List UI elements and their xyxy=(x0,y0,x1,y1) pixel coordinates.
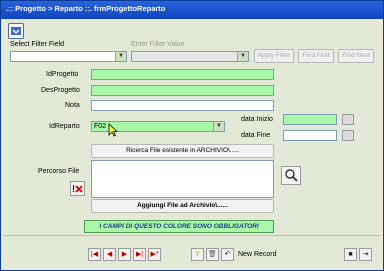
id-progetto-label: IdProgetto xyxy=(46,71,79,78)
new-record-label: New Record xyxy=(238,251,277,258)
next-record-icon[interactable]: ▶ xyxy=(118,248,131,261)
record-navigation-bar: |◀ ◀ ▶ ▶| ▶* Y 🗑 ↶ New Record ■ ⇥ xyxy=(4,245,380,267)
last-record-icon[interactable]: ▶| xyxy=(133,248,146,261)
apply-filter-button[interactable]: Apply Filter xyxy=(254,49,294,63)
find-next-button[interactable]: Find Next xyxy=(338,49,374,63)
filter-icon[interactable]: Y xyxy=(191,248,204,261)
id-reparto-value: F02 xyxy=(94,123,107,130)
svg-text:!: ! xyxy=(72,184,75,194)
des-progetto-label: DesProgetto xyxy=(41,87,80,94)
percorso-file-label: Percorso File xyxy=(38,168,80,175)
nota-field[interactable] xyxy=(91,100,274,111)
id-progetto-field[interactable] xyxy=(91,69,274,80)
find-first-button[interactable]: Find First xyxy=(298,49,334,63)
first-record-icon[interactable]: |◀ xyxy=(88,248,101,261)
main-window: .:: Progetto > Reparto ::. frmProgettoRe… xyxy=(0,0,384,271)
form-body: Select Filter Field ▼ Enter Filter Value… xyxy=(4,19,380,267)
enter-filter-label: Enter Filter Value xyxy=(131,41,185,48)
required-fields-notice: I CAMPI DI QUESTO COLORE SONO OBBLIGATOR… xyxy=(84,220,274,233)
percorso-file-field[interactable] xyxy=(91,160,274,198)
data-fine-label: data Fine xyxy=(241,132,271,139)
filter-value-field[interactable]: ▼ xyxy=(131,51,249,62)
save-icon[interactable]: ■ xyxy=(344,248,357,261)
des-progetto-field[interactable] xyxy=(91,85,274,96)
clear-path-icon[interactable]: ! xyxy=(70,181,85,196)
search-magnifier-icon[interactable] xyxy=(281,166,301,185)
id-reparto-label: IdReparto xyxy=(49,123,80,130)
new-record-icon[interactable]: ▶* xyxy=(148,248,161,261)
divider xyxy=(4,235,380,236)
title-bar: .:: Progetto > Reparto ::. frmProgettoRe… xyxy=(1,1,383,19)
chevron-down-icon[interactable]: ▼ xyxy=(115,52,126,61)
undo-icon[interactable]: ↶ xyxy=(221,248,234,261)
data-inizio-field[interactable] xyxy=(283,114,337,125)
chevron-down-icon[interactable]: ▼ xyxy=(237,52,248,61)
prev-record-icon[interactable]: ◀ xyxy=(103,248,116,261)
data-fine-field[interactable] xyxy=(283,130,337,141)
nota-label: Nota xyxy=(65,102,80,109)
data-inizio-label: data Inizio xyxy=(241,116,273,123)
ricerca-file-button[interactable]: Ricerca File esistente in ARCHIVIO\..... xyxy=(91,144,274,158)
aggiungi-file-button[interactable]: Aggiungi File ad Archivio\...... xyxy=(91,199,274,213)
exit-icon[interactable]: ⇥ xyxy=(359,248,372,261)
chevron-down-icon[interactable]: ▼ xyxy=(213,122,224,131)
calendar-icon[interactable] xyxy=(342,130,354,141)
delete-icon[interactable]: 🗑 xyxy=(206,248,219,261)
select-filter-field[interactable]: ▼ xyxy=(10,51,127,62)
calendar-icon[interactable] xyxy=(342,114,354,125)
app-logo-icon xyxy=(8,23,24,39)
select-filter-label: Select Filter Field xyxy=(10,41,65,48)
cursor-icon xyxy=(108,123,118,137)
window-title: .:: Progetto > Reparto ::. frmProgettoRe… xyxy=(6,4,166,13)
